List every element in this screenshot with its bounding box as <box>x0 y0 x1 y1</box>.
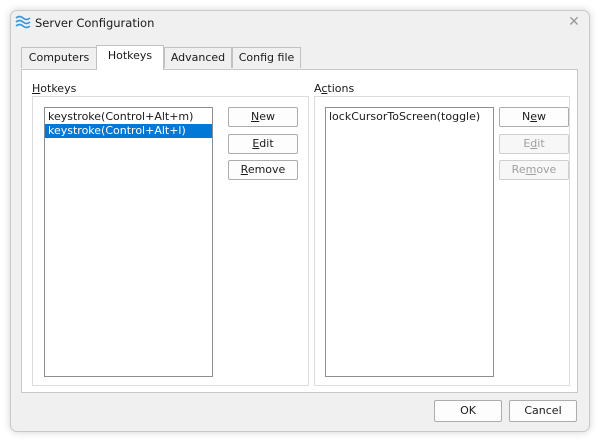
title-bar[interactable]: Server Configuration ✕ <box>11 11 589 39</box>
app-waves-icon <box>15 15 31 29</box>
ok-button[interactable]: OK <box>434 400 502 422</box>
hotkey-new-button[interactable]: New <box>228 107 298 127</box>
tab-hotkeys[interactable]: Hotkeys <box>96 45 164 70</box>
hotkeys-tab-panel: Hotkeys keystroke(Control+Alt+m) keystro… <box>21 69 578 393</box>
window-title: Server Configuration <box>35 16 155 30</box>
hotkey-edit-button[interactable]: Edit <box>228 134 298 154</box>
action-edit-button[interactable]: Edit <box>499 134 569 154</box>
actions-group-box: lockCursorToScreen(toggle) New Edit Remo… <box>314 96 570 386</box>
cancel-button[interactable]: Cancel <box>509 400 577 422</box>
actions-listbox[interactable]: lockCursorToScreen(toggle) <box>325 107 494 377</box>
tab-advanced[interactable]: Advanced <box>164 47 232 68</box>
hotkey-remove-button[interactable]: Remove <box>228 160 298 180</box>
action-list-item[interactable]: lockCursorToScreen(toggle) <box>326 110 493 124</box>
action-new-button[interactable]: New <box>499 107 569 127</box>
hotkeys-group-box: keystroke(Control+Alt+m) keystroke(Contr… <box>32 96 309 386</box>
close-icon[interactable]: ✕ <box>567 15 581 29</box>
hotkeys-listbox[interactable]: keystroke(Control+Alt+m) keystroke(Contr… <box>44 107 213 377</box>
hotkeys-group-label: Hotkeys <box>32 82 77 95</box>
tab-config-file[interactable]: Config file <box>232 47 301 68</box>
hotkey-list-item[interactable]: keystroke(Control+Alt+m) <box>45 110 212 124</box>
actions-group-label: Actions <box>314 82 355 95</box>
action-remove-button[interactable]: Remove <box>499 160 569 180</box>
tab-computers[interactable]: Computers <box>21 47 97 68</box>
hotkey-list-item-selected[interactable]: keystroke(Control+Alt+l) <box>45 124 212 138</box>
server-configuration-window: Server Configuration ✕ Computers Hotkeys… <box>10 10 590 432</box>
